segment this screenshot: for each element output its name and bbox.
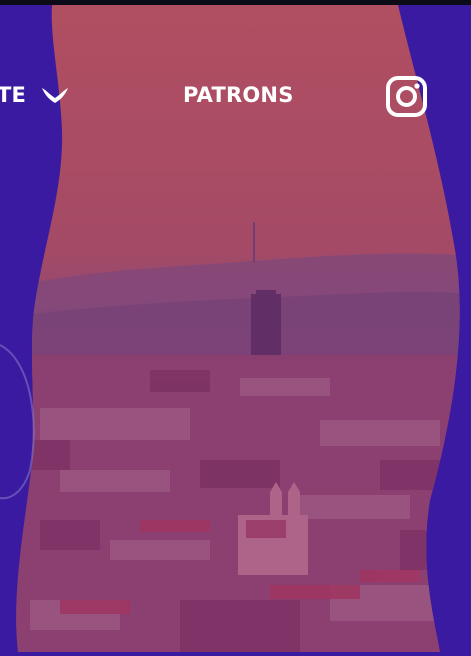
hero-section: TE PATRONS xyxy=(0,0,471,652)
nav-link-partial[interactable]: TE xyxy=(0,80,26,110)
instagram-icon[interactable] xyxy=(385,75,428,118)
chevron-down-icon[interactable] xyxy=(40,84,70,106)
nav-link-patrons[interactable]: PATRONS xyxy=(183,80,294,110)
top-bar xyxy=(0,0,471,5)
